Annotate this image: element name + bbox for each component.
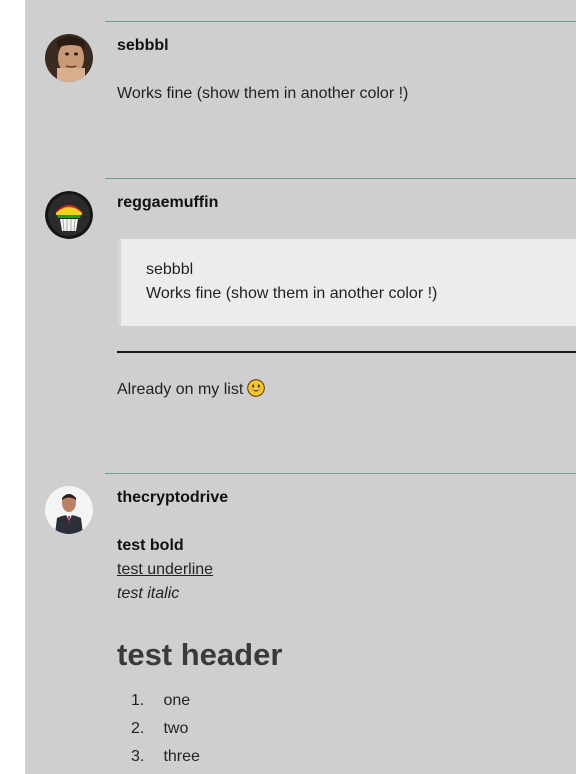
horizontal-rule [117,351,576,353]
avatar-reggaemuffin[interactable] [45,191,93,239]
comment-body: Works fine (show them in another color !… [117,85,409,102]
comment-divider [105,178,576,179]
comment-divider [105,473,576,474]
markdown-header: test header [117,637,283,672]
italic-text: test italic [117,585,180,602]
comment-thread: sebbbl Works fine (show them in another … [25,0,576,774]
quote-author: sebbbl [146,261,194,278]
bold-text: test bold [117,537,184,554]
comment-author[interactable]: thecryptodrive [117,489,228,507]
comment-body: Already on my list [117,379,266,399]
list-item: 2. two [131,720,189,737]
comment-divider [105,21,576,22]
quote-text: Works fine (show them in another color !… [146,285,438,302]
comment-body-text: Already on my list [117,381,244,398]
blockquote: sebbbl Works fine (show them in another … [117,239,576,326]
ordered-list: 1. one 2. two 3. three [117,687,200,771]
list-item: 3. three [131,748,200,765]
comment-sebbbl: sebbbl Works fine (show them in another … [25,0,576,170]
comment-thecryptodrive: thecryptodrive test bold test underline … [25,473,576,774]
list-item: 1. one [131,692,191,709]
avatar-sebbbl[interactable] [45,34,93,82]
comment-author[interactable]: sebbbl [117,37,169,55]
comment-reggaemuffin: reggaemuffin sebbbl Works fine (show the… [25,178,576,468]
avatar-thecryptodrive[interactable] [45,486,93,534]
underline-text: test underline [117,561,214,578]
grinning-face-emoji-icon [247,379,266,397]
comment-author[interactable]: reggaemuffin [117,194,218,212]
